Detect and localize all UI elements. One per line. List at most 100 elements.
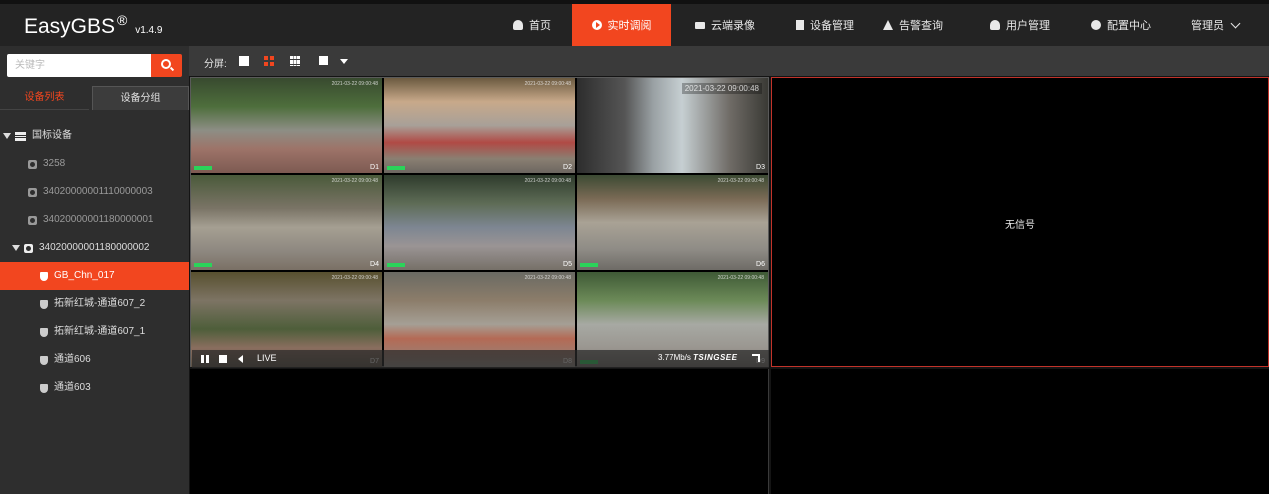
tree-device-label: 34020000001180000002	[39, 242, 150, 253]
play-circle-icon	[591, 20, 602, 30]
search-input[interactable]	[7, 54, 151, 77]
video-timestamp: 2021-03-22 09:00:48	[524, 275, 571, 281]
tree-root-national-devices[interactable]: 国标设备	[3, 122, 72, 150]
top-navigation-bar: EasyGBS ® v1.4.9 首页 实时调阅 云端录像 设备管理 告警查询 用…	[0, 0, 1269, 46]
nine-split-icon[interactable]	[290, 56, 300, 66]
video-cell[interactable]: 2021-03-22 09:00:48 D6	[577, 175, 768, 270]
channel-tag: D5	[563, 261, 572, 268]
list-icon	[15, 131, 26, 141]
split-toolbar: 分屏:	[189, 46, 1269, 76]
nav-user-management-label: 用户管理	[1006, 20, 1050, 32]
video-timestamp: 2021-03-22 09:00:48	[717, 275, 764, 281]
gear-icon	[1091, 20, 1101, 30]
channel-tag: D6	[756, 261, 765, 268]
tree-channel-label: 通道603	[54, 382, 91, 393]
video-timestamp: 2021-03-22 09:00:48	[717, 178, 764, 184]
stop-icon[interactable]	[219, 355, 227, 363]
pause-icon[interactable]	[201, 355, 209, 363]
video-frame	[577, 175, 768, 270]
camera-icon	[28, 187, 37, 197]
video-timestamp: 2021-03-22 09:00:48	[524, 178, 571, 184]
four-split-icon[interactable]	[264, 56, 274, 66]
tree-channel[interactable]: 拓新红城-通道607_1	[40, 318, 145, 346]
video-cell[interactable]: 2021-03-22 09:00:48 D3	[577, 78, 768, 173]
search-box	[7, 54, 182, 77]
channel-icon	[40, 327, 48, 337]
tab-device-list[interactable]: 设备列表	[0, 86, 89, 110]
video-cell[interactable]: 2021-03-22 09:00:48 D4	[191, 175, 382, 270]
tree-device-label: 34020000001180000001	[43, 214, 154, 225]
search-icon	[161, 59, 171, 69]
nav-home[interactable]: 首页	[499, 4, 565, 46]
channel-tag: D3	[756, 164, 765, 171]
nav-device-management[interactable]: 设备管理	[780, 4, 870, 46]
nav-live-view-label: 实时调阅	[607, 20, 652, 32]
brand-logo: TSINGSEE	[693, 353, 738, 362]
tree-channel-label: GB_Chn_017	[54, 270, 115, 281]
signal-indicator	[194, 166, 212, 170]
video-timestamp: 2021-03-22 09:00:48	[331, 81, 378, 87]
video-timestamp: 2021-03-22 09:00:48	[331, 275, 378, 281]
tree-channel[interactable]: 通道603	[40, 374, 91, 402]
video-pane-empty[interactable]	[771, 369, 1269, 494]
signal-indicator	[387, 166, 405, 170]
tree-device[interactable]: 34020000001110000003	[28, 178, 153, 206]
video-frame	[384, 78, 575, 173]
video-frame	[191, 175, 382, 270]
user-icon	[990, 20, 1000, 30]
fullscreen-icon[interactable]	[752, 354, 760, 362]
nav-home-label: 首页	[529, 20, 551, 32]
dropdown-arrow-icon[interactable]	[340, 59, 348, 64]
video-pane-empty[interactable]: 无信号	[771, 77, 1269, 367]
video-timestamp: 2021-03-22 09:00:48	[681, 83, 762, 94]
registered-mark: ®	[117, 12, 128, 28]
nav-alarm-query-label: 告警查询	[899, 20, 943, 32]
alarm-icon	[883, 20, 893, 30]
tree-device-expanded[interactable]: 34020000001180000002	[12, 234, 150, 262]
nav-user-management[interactable]: 用户管理	[975, 4, 1065, 46]
video-pane-active[interactable]: 2021-03-22 09:00:48 D1 2021-03-22 09:00:…	[190, 77, 769, 368]
nav-config-center[interactable]: 配置中心	[1076, 4, 1166, 46]
app-version: v1.4.9	[135, 25, 163, 36]
expand-arrow-icon	[12, 245, 20, 251]
camera-icon	[24, 243, 33, 253]
split-label: 分屏:	[204, 59, 227, 70]
channel-icon	[40, 271, 48, 281]
tree-device[interactable]: 3258	[28, 150, 65, 178]
video-cell[interactable]: 2021-03-22 09:00:48 D5	[384, 175, 575, 270]
sidebar-tabs: 设备列表 设备分组	[0, 86, 189, 110]
video-pane-empty[interactable]	[190, 369, 769, 494]
tree-device[interactable]: 34020000001180000001	[28, 206, 154, 234]
nav-alarm-query[interactable]: 告警查询	[868, 4, 958, 46]
expand-arrow-icon	[3, 133, 11, 139]
user-menu[interactable]: 管理员	[1180, 4, 1250, 46]
live-label: LIVE	[257, 353, 277, 363]
channel-icon	[40, 355, 48, 365]
video-cell[interactable]: 2021-03-22 09:00:48 D1	[191, 78, 382, 173]
tree-channel[interactable]: 通道606	[40, 346, 91, 374]
tree-channel-label: 拓新红城-通道607_1	[54, 326, 146, 337]
nav-live-view[interactable]: 实时调阅	[572, 4, 671, 46]
tree-device-label: 3258	[43, 158, 66, 169]
search-button[interactable]	[151, 54, 182, 77]
video-frame	[384, 175, 575, 270]
app-logo[interactable]: EasyGBS ® v1.4.9	[24, 12, 162, 39]
player-control-bar: LIVE 3.77Mb/s TSINGSEE	[192, 350, 769, 368]
device-icon	[796, 20, 804, 30]
channel-tag: D1	[370, 164, 379, 171]
video-timestamp: 2021-03-22 09:00:48	[331, 178, 378, 184]
tree-channel-selected[interactable]: GB_Chn_017	[0, 262, 189, 290]
signal-indicator	[580, 263, 598, 267]
tab-device-group[interactable]: 设备分组	[92, 86, 189, 110]
volume-icon[interactable]	[238, 355, 243, 363]
video-cell[interactable]: 2021-03-22 09:00:48 D2	[384, 78, 575, 173]
dashboard-icon	[513, 20, 523, 30]
app-name: EasyGBS	[24, 15, 116, 38]
video-frame	[191, 78, 382, 173]
nav-cloud-recording[interactable]: 云端录像	[680, 4, 770, 46]
more-split-icon[interactable]	[319, 56, 328, 65]
tree-channel[interactable]: 拓新红城-通道607_2	[40, 290, 145, 318]
video-timestamp: 2021-03-22 09:00:48	[524, 81, 571, 87]
single-split-icon[interactable]	[239, 56, 249, 66]
video-camera-icon	[695, 21, 705, 29]
